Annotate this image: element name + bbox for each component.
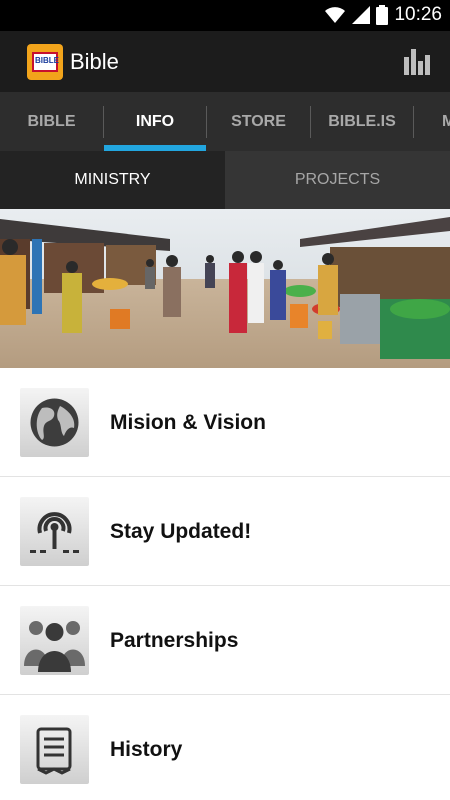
subtab-label: MINISTRY	[74, 171, 151, 188]
tab-label: STORE	[231, 112, 286, 130]
banner-image	[0, 209, 450, 368]
app-bar: BIBLE Bible	[0, 31, 450, 92]
tab-bible-is[interactable]: BIBLE.IS	[311, 92, 413, 151]
list-item-partnerships[interactable]: Partnerships	[0, 586, 450, 695]
tab-more[interactable]: M	[414, 92, 450, 151]
list-item-history[interactable]: History	[0, 695, 450, 800]
tab-info[interactable]: INFO	[104, 92, 206, 151]
scroll-icon	[20, 715, 89, 784]
bar-chart-icon[interactable]	[404, 49, 430, 75]
list-item-label: Mision & Vision	[110, 411, 266, 434]
ministry-list: Mision & Vision Stay Updated! Partnershi…	[0, 368, 450, 800]
signal-icon	[352, 6, 371, 24]
app-logo[interactable]: BIBLE	[27, 44, 63, 80]
tab-store[interactable]: STORE	[207, 92, 310, 151]
list-item-stay-updated[interactable]: Stay Updated!	[0, 477, 450, 586]
subtab-ministry[interactable]: MINISTRY	[0, 151, 225, 209]
app-title: Bible	[70, 49, 119, 74]
status-time: 10:26	[394, 4, 442, 25]
subtab-projects[interactable]: PROJECTS	[225, 151, 450, 209]
logo-text: BIBLE	[35, 56, 59, 65]
main-tabs: BIBLE INFO STORE BIBLE.IS M	[0, 92, 450, 151]
subtab-label: PROJECTS	[294, 171, 381, 188]
list-item-label: History	[110, 738, 183, 761]
wifi-icon	[325, 7, 346, 23]
market-photo	[0, 209, 450, 368]
list-item-label: Stay Updated!	[110, 520, 252, 543]
podcast-icon	[20, 497, 89, 566]
list-item-mission-vision[interactable]: Mision & Vision	[0, 368, 450, 477]
globe-icon	[20, 388, 89, 457]
tab-label: M	[442, 112, 450, 130]
logo-book: BIBLE	[32, 52, 59, 72]
tab-bible[interactable]: BIBLE	[0, 92, 103, 151]
people-icon	[20, 606, 89, 675]
list-item-label: Partnerships	[110, 629, 239, 652]
status-bar: 10:26	[0, 0, 450, 31]
tab-label: BIBLE.IS	[328, 112, 396, 130]
tab-label: BIBLE	[27, 112, 76, 130]
battery-icon	[376, 5, 389, 25]
tab-label: INFO	[135, 112, 175, 130]
sub-tabs: MINISTRY PROJECTS	[0, 151, 450, 209]
